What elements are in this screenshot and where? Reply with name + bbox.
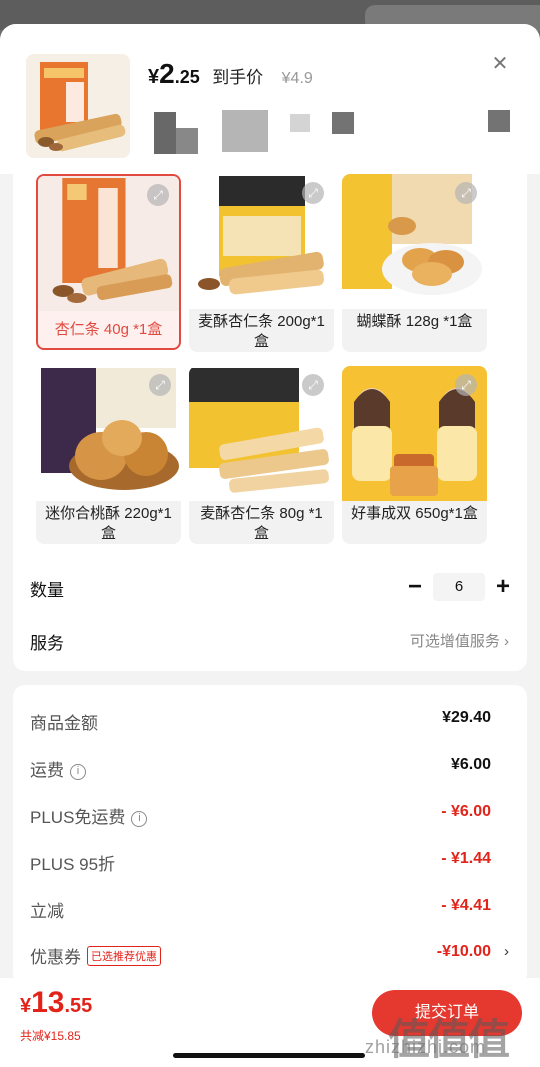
expand-icon[interactable]: ⤢ [149,374,171,396]
variant-label: 蝴蝶酥 128g *1盒 [356,313,473,330]
variant-label: 麦酥杏仁条 200g*1盒 [198,313,325,350]
fee-label: PLUS 95折 [30,855,116,874]
sheet-header: ¥2.25 到手价 ¥4.9 ✕ [0,24,540,174]
quantity-input[interactable]: 6 [433,573,485,601]
original-price: ¥4.9 [281,70,313,87]
sku-selector-sheet: ¥2.25 到手价 ¥4.9 ✕ ⤢ 杏仁条 40g *1盒 ⤢ 麦酥杏仁条 2… [0,24,540,1067]
service-label: 服务 [30,634,64,653]
redacted-block [154,112,176,154]
redacted-block [176,128,198,154]
redacted-block [290,114,310,132]
options-card: ⤢ 杏仁条 40g *1盒 ⤢ 麦酥杏仁条 200g*1盒 ⤢ 蝴蝶酥 128g… [13,174,527,671]
product-thumbnail [26,54,130,158]
price-decimal: .25 [174,67,200,87]
fee-label: PLUS免运费 i [30,803,148,828]
expand-icon[interactable]: ⤢ [455,374,477,396]
fee-row-plus-shipping: PLUS免运费 i - ¥6.00 [30,803,509,827]
fee-value: -¥10.00 [436,943,491,960]
redacted-block [222,110,268,152]
close-icon[interactable]: ✕ [488,52,512,76]
expand-icon[interactable]: ⤢ [302,374,324,396]
fee-value: ¥29.40 [442,709,491,726]
quantity-label: 数量 [30,581,64,600]
variant-option[interactable]: ⤢ 麦酥杏仁条 200g*1盒 [189,174,334,352]
fee-label: 运费 i [30,756,86,781]
variant-option[interactable]: ⤢ 麦酥杏仁条 80g *1盒 [189,366,334,544]
variant-label: 麦酥杏仁条 80g *1盒 [200,505,323,542]
redacted-block [488,110,510,132]
price-line: ¥2.25 到手价 ¥4.9 [148,58,313,90]
variant-option[interactable]: ⤢ 好事成双 650g*1盒 [342,366,487,544]
chevron-right-icon[interactable]: › [504,943,509,960]
redacted-block [332,112,354,134]
total-integer: 13 [31,986,65,1019]
total-saved: 共减¥15.85 [20,1029,81,1043]
total-symbol: ¥ [20,995,32,1017]
total-decimal: .55 [64,995,93,1017]
expand-icon[interactable]: ⤢ [147,184,169,206]
price-symbol: ¥ [148,66,160,88]
home-indicator [173,1053,365,1058]
info-icon[interactable]: i [131,811,148,827]
fee-value: - ¥1.44 [441,850,491,867]
info-icon[interactable]: i [70,764,86,780]
fee-row-coupon[interactable]: 优惠券 已选推荐优惠 -¥10.00 › [30,943,509,967]
variant-option[interactable]: ⤢ 迷你合桃酥 220g*1盒 [36,366,181,544]
variant-label: 迷你合桃酥 220g*1盒 [45,505,172,542]
quantity-decrease-button[interactable]: − [403,575,427,600]
fee-row-instant-discount: 立减 - ¥4.41 [30,897,509,921]
fee-value: - ¥4.41 [441,897,491,914]
coupon-tag: 已选推荐优惠 [87,946,161,966]
variant-option[interactable]: ⤢ 蝴蝶酥 128g *1盒 [342,174,487,352]
fee-value: - ¥6.00 [441,803,491,820]
fee-row-plus-discount: PLUS 95折 - ¥1.44 [30,850,509,874]
variant-label: 好事成双 650g*1盒 [351,505,478,522]
expand-icon[interactable]: ⤢ [455,182,477,204]
fee-row-shipping: 运费 i ¥6.00 [30,756,509,780]
variant-label: 杏仁条 40g *1盒 [54,321,163,338]
fee-row-goods: 商品金额 ¥29.40 [30,709,509,733]
expand-icon[interactable]: ⤢ [302,182,324,204]
fee-label: 商品金额 [30,714,98,733]
watermark-url: zhizhizhi.com [365,1037,487,1057]
total-price: ¥13.55 [20,986,92,1020]
value-added-service-link[interactable]: 可选增值服务 › [410,630,509,651]
price-breakdown-card: 商品金额 ¥29.40 运费 i ¥6.00 PLUS免运费 i - ¥6.00 P… [13,685,527,985]
variant-option[interactable]: ⤢ 杏仁条 40g *1盒 [36,174,181,350]
quantity-increase-button[interactable]: + [491,575,515,600]
fee-label: 优惠券 已选推荐优惠 [30,943,161,968]
fee-value: ¥6.00 [450,756,491,773]
price-integer: 2 [159,58,175,89]
price-label: 到手价 [212,68,264,87]
fee-label: 立减 [30,902,64,921]
